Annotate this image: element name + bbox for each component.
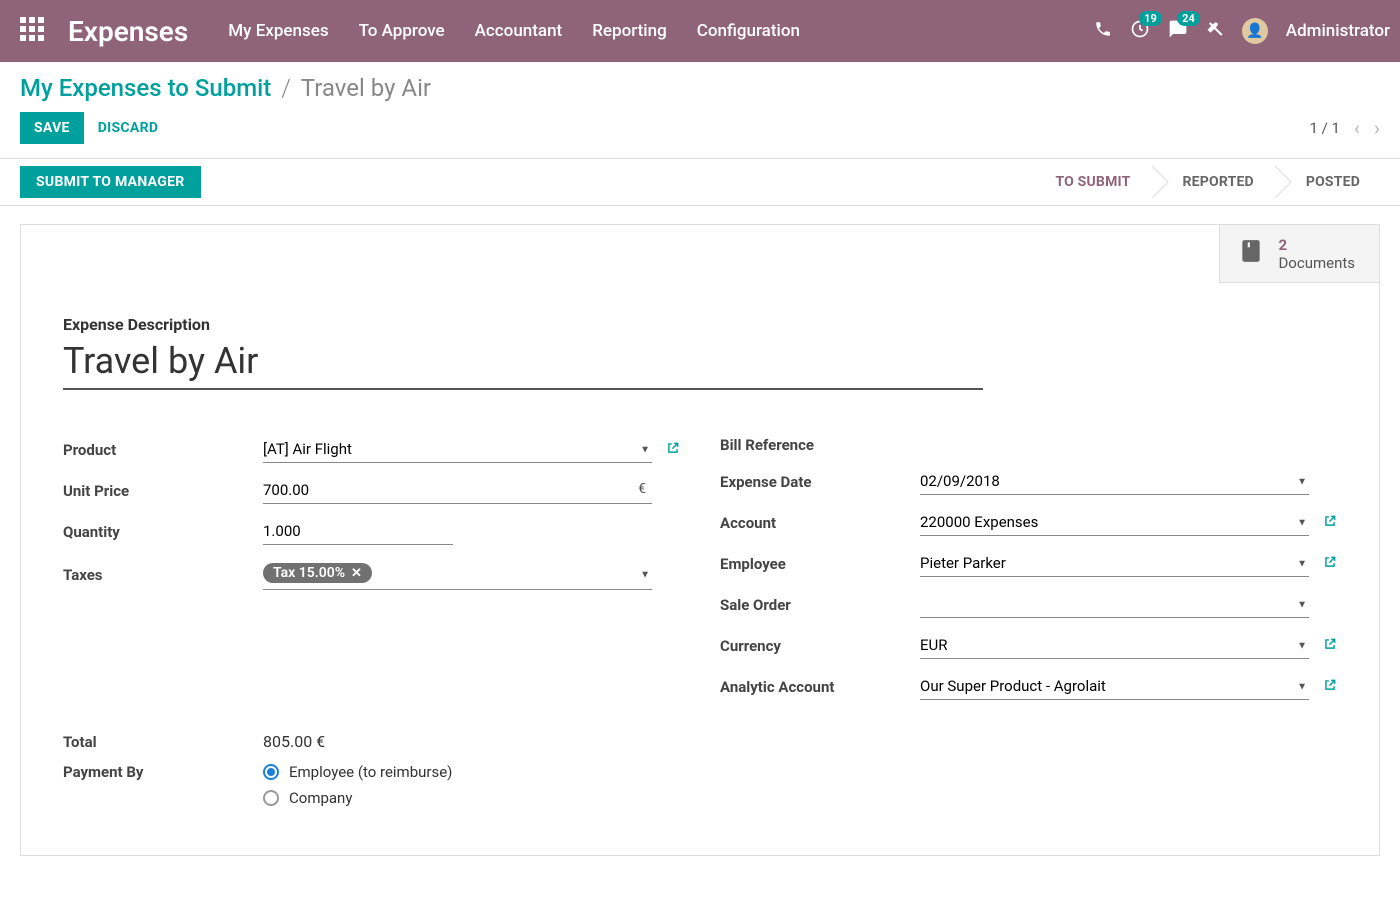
left-column: Product ▼ Unit Price (63, 436, 680, 700)
brand-title: Expenses (68, 15, 188, 48)
tax-tag-remove-icon[interactable]: ✕ (351, 566, 362, 581)
saleorder-label: Sale Order (720, 596, 920, 614)
tax-tag[interactable]: Tax 15.00% ✕ (263, 563, 372, 583)
product-label: Product (63, 441, 263, 459)
save-button[interactable]: SAVE (20, 112, 84, 144)
main-menu: My Expenses To Approve Accountant Report… (228, 21, 800, 41)
account-input[interactable] (920, 509, 1309, 536)
documents-count: 2 (1278, 236, 1355, 254)
currency-label: Currency (720, 637, 920, 655)
taxes-input[interactable]: Tax 15.00% ✕ (263, 559, 652, 590)
payment-radio-employee[interactable] (263, 764, 279, 780)
book-icon (1238, 238, 1264, 270)
messages-icon[interactable]: 24 (1168, 19, 1188, 44)
unitprice-input[interactable] (263, 477, 652, 504)
billref-label: Bill Reference (720, 436, 920, 454)
menu-my-expenses[interactable]: My Expenses (228, 21, 328, 41)
payment-radio-employee-label: Employee (to reimburse) (289, 763, 452, 781)
employee-input[interactable] (920, 550, 1309, 577)
taxes-label: Taxes (63, 566, 263, 584)
analytic-label: Analytic Account (720, 678, 920, 696)
quantity-input[interactable] (263, 518, 453, 545)
tax-tag-label: Tax 15.00% (273, 565, 345, 581)
breadcrumb-sep: / (281, 74, 291, 102)
messages-badge: 24 (1177, 11, 1200, 26)
form-sheet: 2 Documents Expense Description Product … (20, 224, 1380, 856)
phone-icon[interactable] (1094, 20, 1112, 43)
external-link-icon[interactable] (1323, 637, 1337, 655)
activity-icon[interactable]: 19 (1130, 19, 1150, 44)
menu-configuration[interactable]: Configuration (697, 21, 800, 41)
analytic-input[interactable] (920, 673, 1309, 700)
currency-input[interactable] (920, 632, 1309, 659)
breadcrumb: My Expenses to Submit / Travel by Air (20, 74, 431, 102)
quantity-label: Quantity (63, 523, 263, 541)
apps-icon[interactable] (20, 17, 48, 45)
external-link-icon[interactable] (666, 441, 680, 459)
statusbar: SUBMIT TO MANAGER TO SUBMIT REPORTED POS… (0, 159, 1400, 206)
total-label: Total (63, 733, 263, 751)
pager-text: 1 / 1 (1309, 119, 1340, 137)
submit-to-manager-button[interactable]: SUBMIT TO MANAGER (20, 166, 201, 198)
date-input[interactable] (920, 468, 1309, 495)
total-value: 805.00 € (263, 732, 325, 751)
menu-to-approve[interactable]: To Approve (359, 21, 445, 41)
tools-icon[interactable] (1206, 20, 1224, 43)
saleorder-input[interactable] (920, 591, 1309, 618)
payment-radio-company-label: Company (289, 789, 352, 807)
discard-button[interactable]: DISCARD (84, 112, 173, 144)
status-steps: TO SUBMIT REPORTED POSTED (1025, 159, 1382, 205)
right-column: Bill Reference Expense Date ▼ (720, 436, 1337, 700)
payment-radio-company[interactable] (263, 790, 279, 806)
breadcrumb-parent[interactable]: My Expenses to Submit (20, 74, 271, 102)
documents-label: Documents (1278, 254, 1355, 272)
status-posted[interactable]: POSTED (1276, 158, 1382, 206)
pager-prev-icon[interactable]: ‹ (1354, 116, 1360, 140)
description-input[interactable] (63, 340, 983, 390)
unitprice-label: Unit Price (63, 482, 263, 500)
external-link-icon[interactable] (1323, 678, 1337, 696)
product-input[interactable] (263, 436, 652, 463)
date-label: Expense Date (720, 473, 920, 491)
documents-button[interactable]: 2 Documents (1219, 225, 1379, 283)
account-label: Account (720, 514, 920, 532)
breadcrumb-current: Travel by Air (301, 74, 431, 102)
external-link-icon[interactable] (1323, 514, 1337, 532)
status-to-submit[interactable]: TO SUBMIT (1025, 158, 1152, 206)
menu-reporting[interactable]: Reporting (592, 21, 667, 41)
employee-label: Employee (720, 555, 920, 573)
status-reported[interactable]: REPORTED (1153, 158, 1276, 206)
external-link-icon[interactable] (1323, 555, 1337, 573)
activity-badge: 19 (1139, 11, 1162, 26)
top-nav: Expenses My Expenses To Approve Accounta… (0, 0, 1400, 62)
pager-next-icon[interactable]: › (1374, 116, 1380, 140)
description-label: Expense Description (63, 315, 1337, 334)
user-name[interactable]: Administrator (1286, 21, 1390, 41)
currency-suffix: € (638, 481, 646, 497)
pager: 1 / 1 ‹ › (1309, 116, 1380, 140)
menu-accountant[interactable]: Accountant (475, 21, 563, 41)
payment-label: Payment By (63, 763, 263, 781)
avatar[interactable]: 👤 (1242, 18, 1268, 44)
